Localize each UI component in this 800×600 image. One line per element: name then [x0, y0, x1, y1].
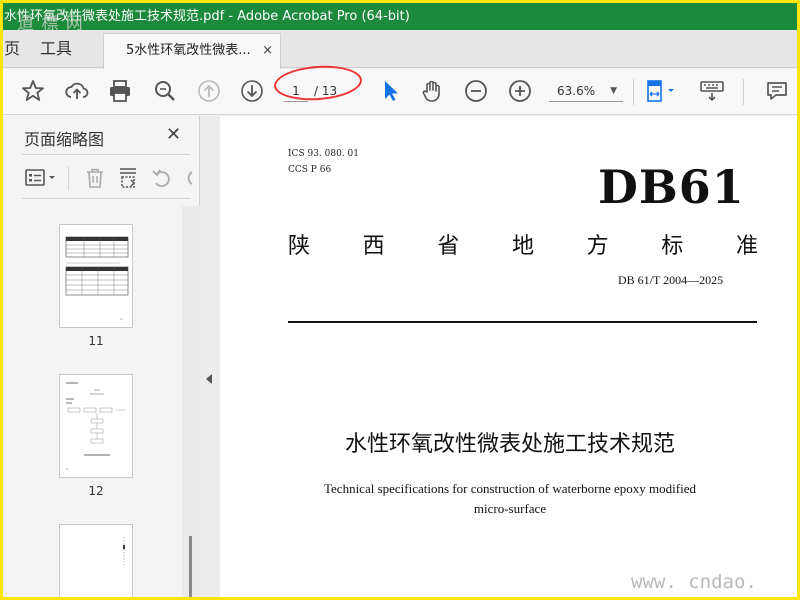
heading-char: 准	[735, 234, 758, 259]
screen-frame: 水性环氧改性微表处施工技术规范.pdf - Adobe Acrobat Pro …	[0, 0, 800, 600]
zoom-level-select[interactable]: 63.6% ▼	[549, 80, 623, 102]
close-panel-button[interactable]: ✕	[166, 124, 181, 145]
tab-document[interactable]: 5水性环氧改性微表... ×	[103, 33, 281, 69]
zoom-out-icon[interactable]	[463, 78, 489, 104]
toolbar-divider	[743, 79, 744, 105]
tab-home[interactable]: 页	[3, 30, 20, 68]
collapse-arrow-icon[interactable]	[206, 374, 212, 384]
comment-icon[interactable]	[764, 78, 790, 104]
watermark-url: www. cndao. com	[631, 571, 757, 597]
heading-char: 地	[511, 234, 534, 259]
panel-divider	[22, 198, 190, 199]
star-icon[interactable]	[20, 78, 46, 104]
trash-icon[interactable]	[83, 166, 107, 190]
page-thumbnail-12[interactable]	[59, 374, 133, 478]
total-pages-label: / 13	[314, 84, 338, 98]
toolbar-divider	[633, 79, 634, 105]
heading-char: 西	[362, 234, 385, 259]
page-thumbnails-panel: 页面缩略图 ✕ 11 12	[6, 116, 200, 597]
thumbnail-preview	[66, 382, 126, 470]
thumbnail-label: 11	[88, 334, 104, 348]
hand-icon[interactable]	[419, 78, 445, 104]
page-down-icon[interactable]	[239, 78, 265, 104]
page-thumbnail-13[interactable]	[59, 524, 133, 597]
thumbnail-list: 11 12	[22, 206, 182, 597]
fit-page-icon[interactable]	[644, 78, 680, 104]
tab-tools[interactable]: 工具	[40, 30, 72, 68]
current-page-input[interactable]: 1	[284, 80, 308, 102]
print-icon[interactable]	[107, 78, 133, 104]
thumbnail-scrollbar[interactable]	[182, 206, 200, 597]
panel-title: 页面缩略图	[24, 130, 105, 149]
standard-type-heading: 陕 西 省 地 方 标 准	[288, 228, 758, 260]
page-up-icon[interactable]	[196, 78, 222, 104]
scrollbar-thumb[interactable]	[189, 536, 192, 597]
chevron-down-icon: ▼	[610, 86, 617, 96]
close-tab-button[interactable]: ×	[262, 34, 273, 68]
toolbar-divider	[68, 166, 69, 190]
zoom-search-icon[interactable]	[152, 78, 178, 104]
upload-icon[interactable]	[64, 78, 90, 104]
extract-page-icon[interactable]	[116, 166, 140, 190]
header-rule	[288, 321, 757, 323]
page-thumbnail-11[interactable]	[59, 224, 133, 328]
thumbnail-preview	[123, 537, 125, 565]
title-en-line: Technical specifications for constructio…	[324, 481, 696, 496]
zoom-in-icon[interactable]	[507, 78, 533, 104]
thumbnail-options-icon[interactable]	[24, 166, 60, 190]
standard-number: DB 61/T 2004—2025	[618, 273, 724, 287]
select-arrow-icon[interactable]	[377, 78, 403, 104]
more-tools-icon[interactable]	[182, 166, 194, 190]
document-page[interactable]: ICS 93. 080. 01 CCS P 66 DB61 陕 西 省 地 方 …	[220, 116, 797, 597]
document-title-en: Technical specifications for constructio…	[220, 479, 797, 519]
thumbnail-label: 12	[88, 484, 104, 498]
ics-classification: ICS 93. 080. 01 CCS P 66	[288, 146, 359, 178]
zoom-level-value: 63.6%	[557, 84, 596, 98]
heading-char: 省	[437, 234, 460, 259]
panel-divider	[22, 154, 190, 155]
panel-collapse-strip[interactable]	[200, 116, 220, 597]
window-title-bar: 水性环氧改性微表处施工技术规范.pdf - Adobe Acrobat Pro …	[3, 3, 797, 30]
document-title-cn: 水性环氧改性微表处施工技术规范	[344, 432, 675, 457]
thumbnail-preview	[65, 236, 129, 320]
window-title: 水性环氧改性微表处施工技术规范.pdf - Adobe Acrobat Pro …	[4, 9, 410, 24]
ccs-code: CCS P 66	[288, 165, 332, 175]
title-en-line: micro-surface	[473, 501, 547, 516]
keyboard-icon[interactable]	[699, 78, 725, 104]
heading-char: 陕	[288, 234, 311, 259]
tab-document-label: 5水性环氧改性微表...	[126, 43, 251, 58]
main-toolbar: 1 / 13 63.6% ▼	[3, 69, 797, 115]
rotate-icon[interactable]	[150, 166, 174, 190]
tab-bar: 页 工具 5水性环氧改性微表... ×	[3, 30, 797, 69]
standard-code: DB61	[598, 160, 745, 214]
heading-char: 方	[586, 234, 609, 259]
ics-code: ICS 93. 080. 01	[288, 149, 359, 159]
heading-char: 标	[661, 234, 684, 259]
